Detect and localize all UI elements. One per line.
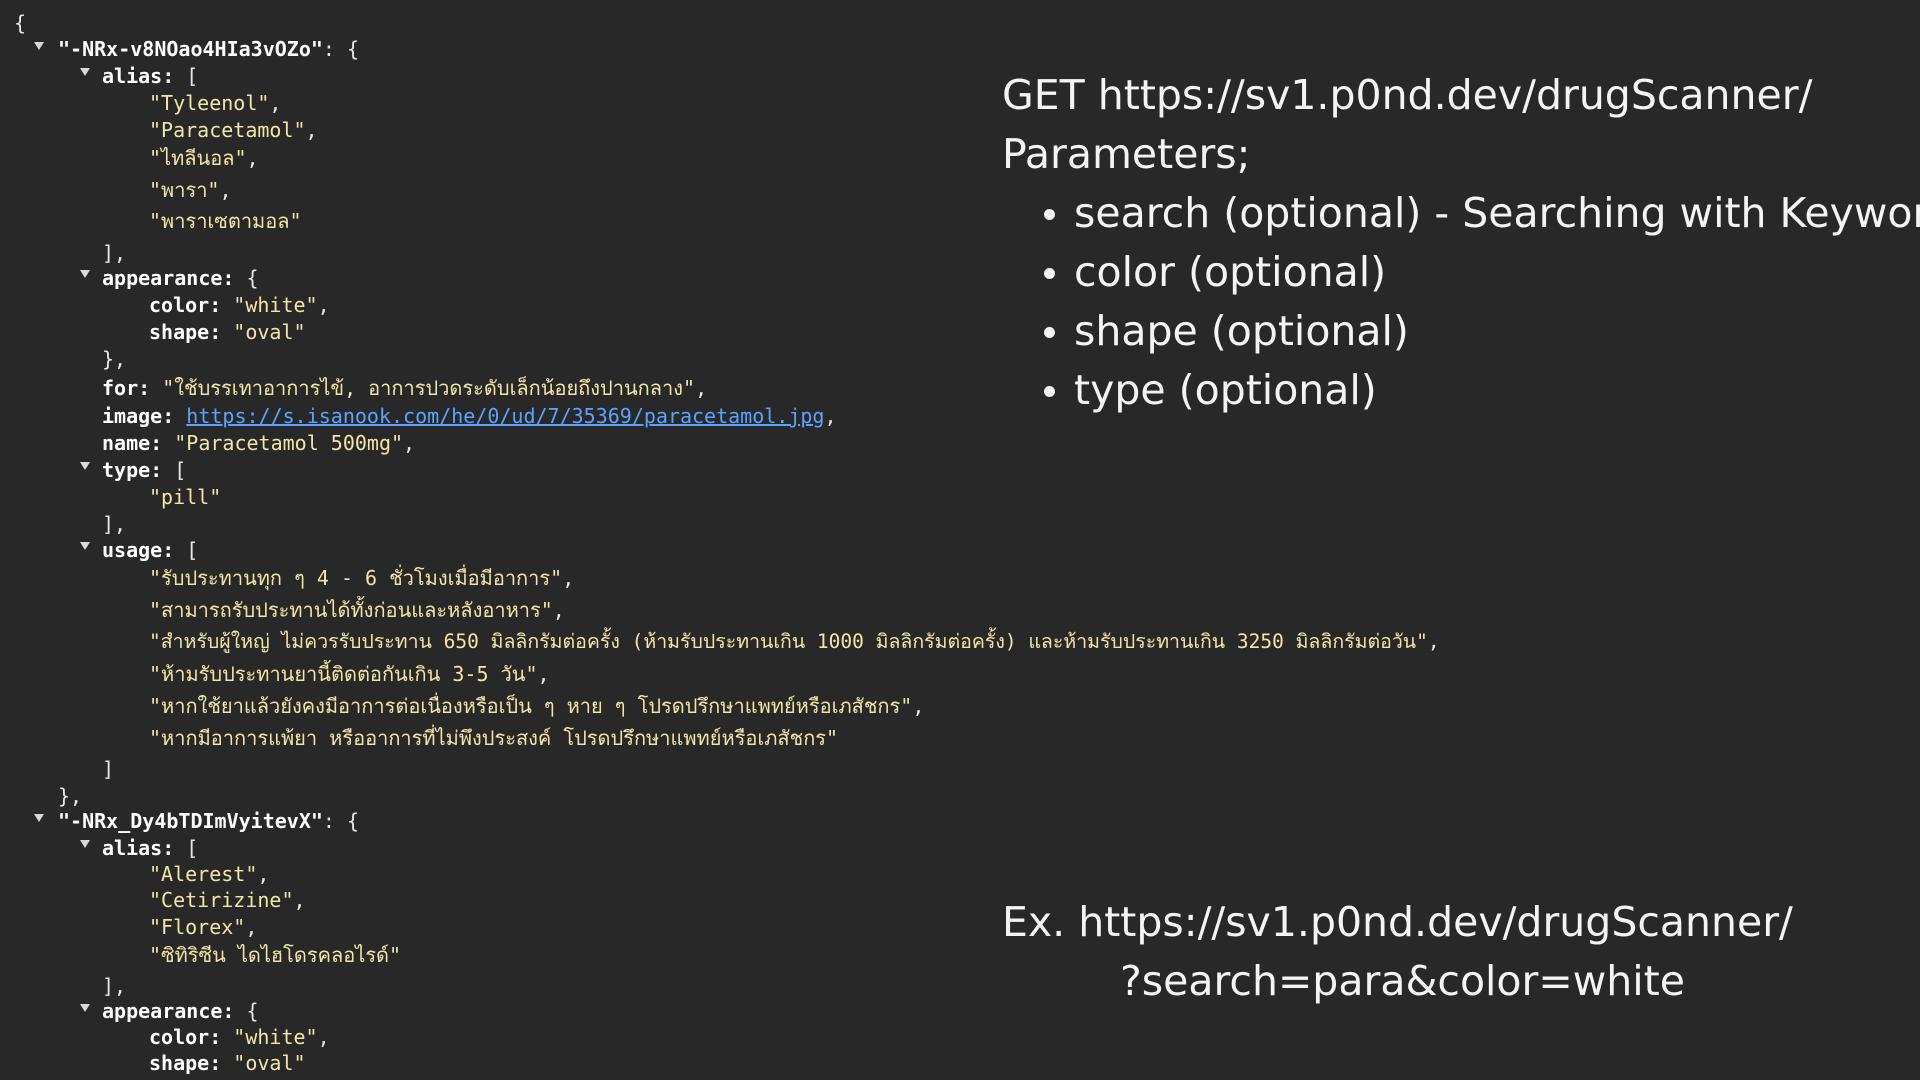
alias-item: "พาราเซตามอล" — [149, 209, 302, 233]
api-doc: GET https://sv1.p0nd.dev/drugScanner/ Pa… — [1002, 66, 1920, 420]
alias-close: ], — [102, 241, 127, 265]
alias-key: alias: — [102, 64, 175, 88]
alias-item: "ไทลีนอล", — [149, 146, 259, 170]
shape-line: shape: "oval" — [149, 320, 306, 344]
alias-key-line: alias: [ — [102, 64, 199, 88]
parameter-item: color (optional) — [1044, 243, 1902, 302]
collapse-triangle-icon[interactable] — [80, 542, 90, 550]
type-close: ], — [102, 512, 127, 536]
bullet-icon — [1044, 386, 1055, 397]
appearance-key: appearance: — [102, 999, 235, 1023]
collapse-triangle-icon[interactable] — [34, 42, 44, 50]
parameter-item: search (optional) - Searching with Keywo… — [1044, 184, 1920, 243]
example-line-2: ?search=para&color=white — [1120, 957, 1685, 1005]
usage-close: ] — [102, 757, 115, 781]
type-key: type: — [102, 458, 163, 482]
type-item: "pill" — [149, 485, 222, 509]
color-line: color: "white", — [149, 1025, 330, 1049]
parameters-heading: Parameters; — [1002, 130, 1251, 178]
appearance-key-line: appearance: { — [102, 999, 259, 1023]
collapse-triangle-icon[interactable] — [80, 270, 90, 278]
entry-key: "-NRx-v8NOao4HIa3vOZo" — [58, 37, 323, 61]
collapse-triangle-icon[interactable] — [80, 1004, 90, 1012]
entry-key-line: "-NRx-v8NOao4HIa3vOZo": { — [58, 37, 360, 61]
alias-item: "พารา", — [149, 178, 232, 202]
bullet-icon — [1044, 268, 1055, 279]
usage-item: "สำหรับผู้ใหญ่ ไม่ควรรับประทาน 650 มิลลิ… — [149, 630, 1440, 653]
bullet-icon — [1044, 327, 1055, 338]
alias-key-line: alias: [ — [102, 836, 199, 860]
usage-item: "หากใช้ยาแล้วยังคงมีอาการต่อเนื่องหรือเป… — [149, 694, 925, 718]
collapse-triangle-icon[interactable] — [34, 814, 44, 822]
name-line: name: "Paracetamol 500mg", — [102, 431, 416, 455]
usage-key-line: usage: [ — [102, 538, 199, 562]
usage-item: "รับประทานทุก ๆ 4 - 6 ชั่วโมงเมื่อมีอากา… — [149, 566, 575, 590]
type-key-line: type: [ — [102, 458, 187, 482]
bullet-icon — [1044, 209, 1055, 220]
color-line: color: "white", — [149, 293, 330, 317]
alias-item: "ซิทิริซีน ไดไฮโดรคลอไรด์" — [149, 943, 402, 967]
parameter-list: search (optional) - Searching with Keywo… — [1002, 184, 1920, 420]
alias-close: ], — [102, 974, 127, 998]
shape-line: shape: "oval" — [149, 1051, 306, 1075]
entry-key-line: "-NRx_Dy4bTDImVyitevX": { — [58, 809, 360, 833]
appearance-close: }, — [102, 347, 127, 371]
collapse-triangle-icon[interactable] — [80, 68, 90, 76]
image-line: image: https://s.isanook.com/he/0/ud/7/3… — [102, 404, 837, 428]
alias-key: alias: — [102, 836, 175, 860]
appearance-key: appearance: — [102, 266, 235, 290]
entry-close: }, — [58, 784, 83, 808]
alias-item: "Tyleenol", — [149, 91, 282, 115]
collapse-triangle-icon[interactable] — [80, 840, 90, 848]
collapse-triangle-icon[interactable] — [80, 462, 90, 470]
usage-item: "สามารถรับประทานได้ทั้งก่อนและหลังอาหาร"… — [149, 598, 565, 622]
example-request: Ex. https://sv1.p0nd.dev/drugScanner/ ?s… — [1002, 893, 1793, 1011]
example-line-1: Ex. https://sv1.p0nd.dev/drugScanner/ — [1002, 898, 1793, 946]
endpoint-text: GET https://sv1.p0nd.dev/drugScanner/ — [1002, 71, 1813, 119]
image-link[interactable]: https://s.isanook.com/he/0/ud/7/35369/pa… — [186, 404, 824, 428]
json-open-brace: { — [14, 11, 27, 35]
entry-key: "-NRx_Dy4bTDImVyitevX" — [58, 809, 323, 833]
for-line: for: "ใช้บรรเทาอาการไข้, อาการปวดระดับเล… — [102, 376, 708, 400]
parameter-item: shape (optional) — [1044, 302, 1902, 361]
appearance-key-line: appearance: { — [102, 266, 259, 290]
alias-item: "Cetirizine", — [149, 888, 306, 912]
alias-item: "Alerest", — [149, 862, 270, 886]
usage-item: "หากมีอาการแพ้ยา หรืออาการที่ไม่พึงประสง… — [149, 726, 839, 750]
parameter-item: type (optional) — [1044, 361, 1902, 420]
usage-key: usage: — [102, 538, 175, 562]
usage-item: "ห้ามรับประทานยานี้ติดต่อกันเกิน 3-5 วัน… — [149, 662, 550, 686]
alias-item: "Paracetamol", — [149, 118, 318, 142]
alias-item: "Florex", — [149, 915, 258, 939]
